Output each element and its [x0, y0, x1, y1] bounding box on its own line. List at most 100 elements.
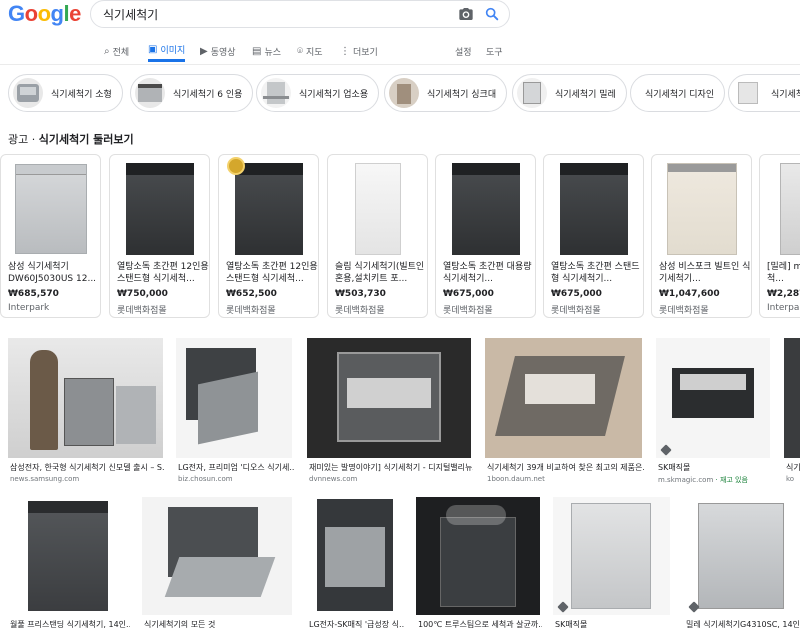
result-thumbnail — [656, 338, 770, 458]
product-title: 열탕소독 초간편 대용량 식기세척기... — [443, 262, 532, 284]
logo-letter: g — [50, 1, 64, 26]
chip[interactable]: 식기세척기 — [728, 74, 800, 112]
image-results-row: 삼성전자, 한국형 식기세척기 신모델 출시 – S... news.samsu… — [0, 338, 800, 488]
result-caption: 밀레 식기세척기G4310SC, 14인... — [686, 620, 800, 629]
video-icon: ▶ — [200, 45, 208, 57]
product-store: Interpark — [8, 303, 50, 313]
tab-label: 이미지 — [160, 46, 186, 56]
settings-link[interactable]: 설정 — [455, 40, 472, 62]
google-logo[interactable]: Google — [8, 1, 81, 27]
search-icon[interactable] — [484, 6, 500, 22]
logo-letter: G — [8, 1, 25, 26]
search-tabs: ⌕ 전체 ▣ 이미지 ▶ 동영상 ▤ 뉴스 ⌾ 지도 ⋮ 더보기 설정 도구 — [0, 40, 800, 64]
result-caption: 식기 — [786, 463, 800, 472]
product-title: 삼성 식기세척기 DW60J5030US 12... — [8, 262, 97, 284]
product-image — [116, 161, 204, 257]
tab-maps[interactable]: ⌾ 지도 — [297, 40, 323, 62]
chip[interactable]: 식기세척기 밀레 — [512, 74, 627, 112]
chip-label: 식기세척기 — [771, 89, 800, 100]
product-card[interactable]: [밀레] mi sci 식기세척... ₩2,287,... Interpark — [759, 154, 800, 318]
more-vert-icon: ⋮ — [340, 45, 350, 57]
product-store: 롯데백화점몰 — [443, 306, 493, 316]
product-store: 롯데백화점몰 — [335, 306, 385, 316]
product-store: Interpark — [767, 303, 800, 313]
result-thumbnail — [307, 497, 403, 615]
product-store: 롯데백화점몰 — [659, 306, 709, 316]
chip-label: 식기세척기 소형 — [51, 89, 112, 100]
result-domain-text: m.skmagic.com — [658, 476, 714, 484]
result-domain: m.skmagic.com · 재고 있음 — [658, 475, 772, 485]
ads-heading: 식기세척기 둘러보기 — [38, 133, 134, 146]
result-thumbnail — [307, 338, 471, 458]
shopping-ads-carousel: 삼성 식기세척기 DW60J5030US 12... ₩685,570 Inte… — [0, 154, 800, 320]
product-store: 롯데백화점몰 — [226, 306, 276, 316]
product-card[interactable]: 열탕소독 초간편 12인용 스탠드형 식기세척... ₩750,000 롯데백화… — [109, 154, 210, 318]
result-caption: LG전자-SK매직 '급성장 식... — [309, 620, 405, 629]
logo-letter: e — [69, 1, 81, 26]
chip-thumbnail — [517, 78, 547, 108]
product-card[interactable]: 열탕소독 초간편 스탠드형 식기세척기... ₩675,000 롯데백화점몰 — [543, 154, 644, 318]
product-image — [442, 161, 530, 257]
product-card[interactable]: 삼성 비스포크 빌트인 식기세척기... ₩1,047,600 롯데백화점몰 — [651, 154, 752, 318]
search-icon: ⌕ — [104, 45, 110, 57]
logo-letter: o — [24, 1, 38, 26]
camera-icon[interactable] — [458, 6, 474, 22]
result-domain: biz.chosun.com — [178, 475, 233, 483]
news-icon: ▤ — [252, 45, 262, 57]
product-card[interactable]: 슬림 식기세척기(빌트인 혼용,설치키트 포... ₩503,730 롯데백화점… — [327, 154, 428, 318]
chip[interactable]: 식기세척기 6 인용 — [130, 74, 254, 112]
tab-more[interactable]: ⋮ 더보기 — [340, 40, 378, 62]
header-divider — [0, 64, 800, 65]
search-box[interactable] — [90, 0, 510, 28]
chip[interactable]: 식기세척기 싱크대 — [384, 74, 508, 112]
product-price: ₩675,000 — [551, 289, 602, 299]
logo-letter: o — [37, 1, 51, 26]
product-card[interactable]: 열탕소독 초간편 대용량 식기세척기... ₩675,000 롯데백화점몰 — [435, 154, 536, 318]
chip-thumbnail — [733, 78, 763, 108]
result-thumbnail — [416, 497, 540, 615]
ad-label: 광고 · — [8, 133, 39, 146]
search-input[interactable] — [103, 5, 443, 23]
tab-all[interactable]: ⌕ 전체 — [104, 40, 129, 62]
product-price: ₩675,000 — [443, 289, 494, 299]
result-caption: SK매직몰 — [658, 463, 691, 472]
product-image — [766, 161, 800, 257]
tab-news[interactable]: ▤ 뉴스 — [252, 40, 281, 62]
chip-label: 식기세척기 디자인 — [645, 89, 715, 100]
tab-images[interactable]: ▣ 이미지 — [148, 40, 186, 62]
product-title: 슬림 식기세척기(빌트인 혼용,설치키트 포... — [335, 262, 425, 284]
product-image — [550, 161, 638, 257]
chip[interactable]: 식기세척기 소형 — [8, 74, 123, 112]
product-title: 열탕소독 초간편 스탠드형 식기세척기... — [551, 262, 640, 284]
chip[interactable]: 식기세척기 업소용 — [256, 74, 380, 112]
chip-thumbnail — [261, 78, 291, 108]
product-card[interactable]: 삼성 식기세척기 DW60J5030US 12... ₩685,570 Inte… — [0, 154, 101, 318]
result-thumbnail — [8, 338, 163, 458]
result-thumbnail — [553, 497, 670, 615]
product-price: ₩1,047,600 — [659, 289, 720, 299]
product-store: 롯데백화점몰 — [117, 306, 167, 316]
result-caption: 월풀 프리스탠딩 식기세척기, 14인... — [10, 620, 130, 629]
tab-videos[interactable]: ▶ 동영상 — [200, 40, 236, 62]
result-thumbnail — [8, 497, 128, 615]
top-bar: Google — [0, 0, 800, 30]
result-caption: 삼성전자, 한국형 식기세척기 신모델 출시 – S... — [10, 463, 165, 472]
result-caption: 재미있는 발명이야기] 식기세척기 - 디지털밸리뉴스 — [309, 463, 473, 472]
result-thumbnail — [142, 497, 292, 615]
result-domain: 1boon.daum.net — [487, 475, 545, 483]
product-image — [334, 161, 422, 257]
chip-thumbnail — [13, 78, 43, 108]
award-badge-icon — [227, 157, 245, 175]
result-caption: 100℃ 트루스팀으로 세척과 살균까... — [418, 620, 542, 629]
product-price: ₩750,000 — [117, 289, 168, 299]
product-title: 열탕소독 초간편 12인용 스탠드형 식기세척... — [117, 262, 209, 284]
result-caption: 식기세척기 39개 비교하여 찾은 최고의 제품은... — [487, 463, 644, 472]
related-chips: 식기세척기 소형 식기세척기 6 인용 식기세척기 업소용 식기세척기 싱크대 … — [0, 74, 800, 114]
chip[interactable]: 식기세척기 디자인 — [630, 74, 726, 112]
chip-label: 식기세척기 업소용 — [299, 89, 369, 100]
product-store: 롯데백화점몰 — [551, 306, 601, 316]
tools-link[interactable]: 도구 — [486, 40, 503, 62]
product-image — [658, 161, 746, 257]
product-card[interactable]: 열탕소독 초간편 12인용 스탠드형 식기세척... ₩652,500 롯데백화… — [218, 154, 319, 318]
result-caption: SK매직몰 — [555, 620, 588, 629]
